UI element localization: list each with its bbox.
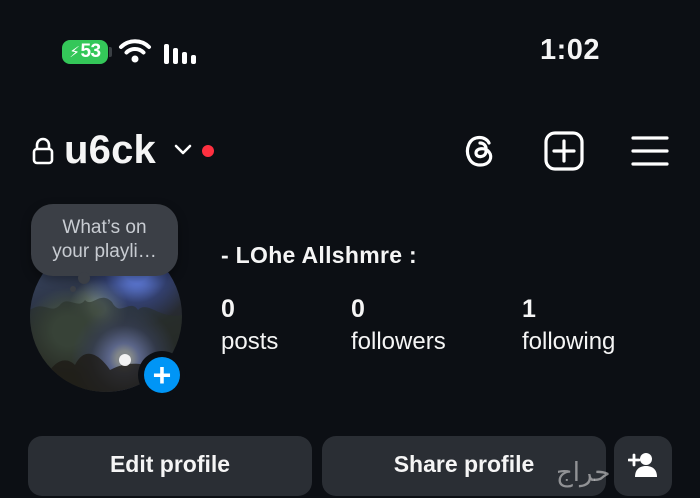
status-time: 1:02 (540, 34, 601, 66)
edit-profile-button[interactable]: Edit profile (28, 436, 312, 496)
followers-count[interactable]: 0 (351, 295, 365, 324)
discover-people-button[interactable] (614, 436, 672, 496)
watermark: حراج (556, 458, 611, 488)
plus-icon: + (144, 357, 180, 393)
followers-label[interactable]: followers (351, 328, 446, 356)
bolt-icon: ⚡ (69, 44, 80, 61)
notification-dot (202, 145, 214, 157)
following-count[interactable]: 1 (522, 295, 536, 324)
threads-icon[interactable] (460, 130, 500, 170)
battery-indicator: ⚡ 53 (62, 40, 108, 64)
battery-cap (109, 47, 112, 57)
lock-icon (32, 137, 54, 165)
following-label[interactable]: following (522, 328, 615, 356)
posts-label[interactable]: posts (221, 328, 278, 356)
cellular-signal-icon (164, 44, 196, 64)
add-story-button[interactable]: + (138, 351, 186, 399)
wifi-icon (119, 39, 151, 63)
account-switcher-username[interactable]: u6ck (64, 128, 156, 173)
posts-count[interactable]: 0 (221, 295, 235, 324)
chevron-down-icon[interactable] (173, 143, 193, 157)
note-text: What’s on your playli… (52, 217, 157, 262)
note-bubble-tail-small (70, 286, 76, 292)
battery-level: 53 (80, 41, 101, 62)
add-person-icon (628, 453, 657, 477)
display-name: - LOhe Allshmre : (221, 242, 417, 268)
note-bubble-tail (78, 272, 90, 284)
new-post-icon[interactable] (543, 130, 585, 172)
menu-icon[interactable] (630, 134, 670, 168)
note-bubble[interactable]: What’s on your playli… (31, 204, 178, 276)
